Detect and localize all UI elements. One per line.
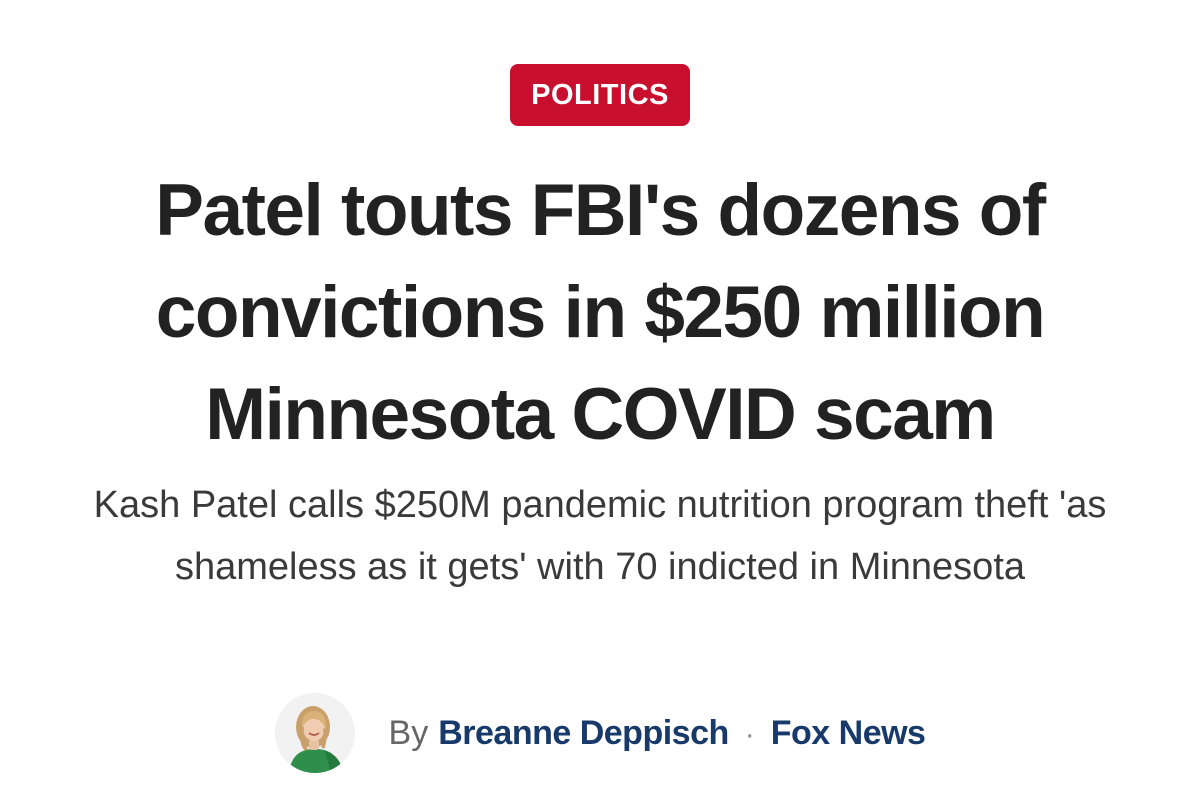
author-photo-icon: [274, 693, 355, 773]
author-avatar[interactable]: [274, 693, 355, 773]
byline-text: By Breanne Deppisch · Fox News: [389, 714, 926, 753]
category-badge[interactable]: POLITICS: [510, 64, 690, 126]
subheadline: Kash Patel calls $250M pandemic nutritio…: [93, 484, 1107, 588]
article-header: POLITICS Patel touts FBI's dozens of con…: [0, 0, 1200, 810]
byline-prefix: By: [388, 713, 429, 752]
byline: By Breanne Deppisch · Fox News: [0, 693, 1200, 773]
outlet-name-link[interactable]: Fox News: [771, 714, 926, 753]
author-name-link[interactable]: Breanne Deppisch: [438, 714, 729, 753]
byline-separator: ·: [744, 717, 755, 751]
headline: Patel touts FBI's dozens of convictions …: [155, 170, 1046, 455]
